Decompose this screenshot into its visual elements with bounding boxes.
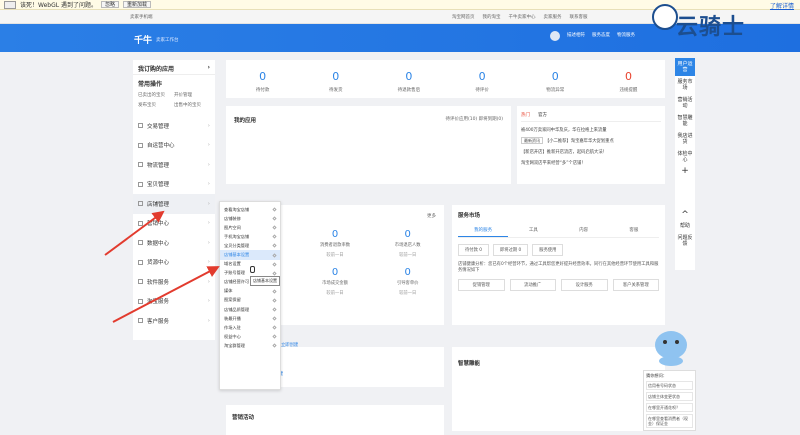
helper-question[interactable]: 信用卷号码状态 <box>646 381 693 390</box>
helper-question[interactable]: 在哪里查看消费者（现金）保证金 <box>646 414 693 428</box>
arrow-to-settings <box>112 266 220 323</box>
helper-title: 猜你想问： <box>646 373 667 378</box>
faq-helper: 猜你想问： 信用卷号码状态 店铺主体变更状态 在哪里开通花呗？ 在哪里查看消费者… <box>643 370 696 431</box>
arrow-to-shop <box>104 210 165 256</box>
helper-question[interactable]: 在哪里开通花呗？ <box>646 403 693 412</box>
helper-question[interactable]: 店铺主体变更状态 <box>646 392 693 401</box>
mascot-icon[interactable] <box>652 325 690 367</box>
